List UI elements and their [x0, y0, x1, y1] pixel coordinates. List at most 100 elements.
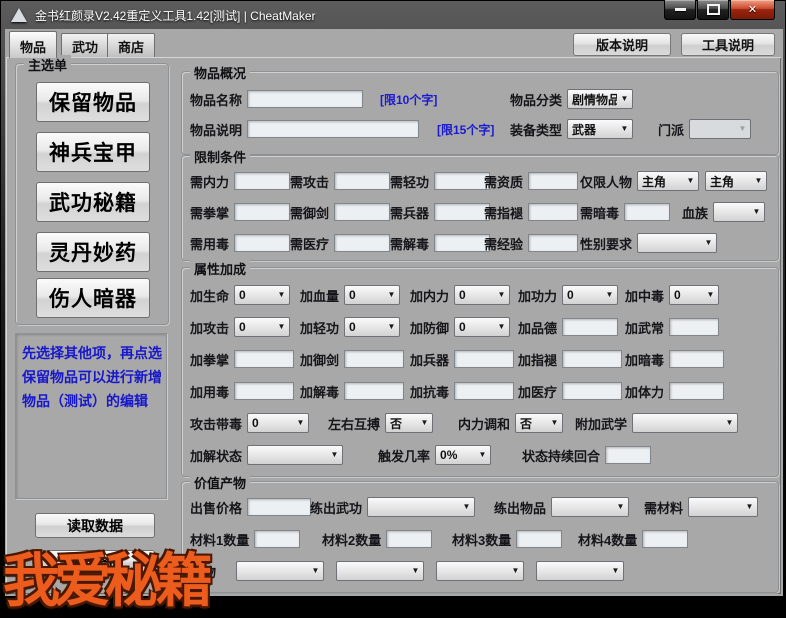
- dual-wield-dropdown[interactable]: 否▼: [385, 413, 433, 433]
- text-input[interactable]: [669, 318, 719, 336]
- value-dropdown[interactable]: 0▼: [344, 317, 400, 337]
- text-input[interactable]: [528, 172, 578, 190]
- item-desc-input[interactable]: [247, 120, 419, 138]
- blood-clan-dropdown[interactable]: ▼: [713, 202, 765, 222]
- value-dropdown[interactable]: 0▼: [454, 317, 510, 337]
- sect-dropdown: ▼: [689, 119, 751, 139]
- item-name-input[interactable]: [247, 90, 363, 108]
- bonus-r4-field-0: 加用毒: [190, 380, 294, 402]
- text-input[interactable]: [334, 203, 390, 221]
- text-input[interactable]: [434, 234, 490, 252]
- menu-button-weapons-armor[interactable]: 神兵宝甲: [36, 132, 150, 172]
- value-dropdown[interactable]: 0▼: [454, 285, 510, 305]
- product-dropdown[interactable]: ▼: [236, 561, 324, 581]
- text-input[interactable]: [434, 203, 490, 221]
- only-character-dropdown-2[interactable]: 主角▼: [705, 171, 767, 191]
- field-label: 需攻击: [290, 172, 329, 191]
- text-input[interactable]: [528, 203, 578, 221]
- menu-button-keep-items[interactable]: 保留物品: [36, 82, 150, 122]
- limits-r3-field-0: 需用毒: [190, 232, 290, 254]
- text-input[interactable]: [234, 234, 290, 252]
- skill-output-field: 练出武功▼: [310, 496, 475, 518]
- text-input[interactable]: [234, 350, 294, 368]
- bonus-r2-field-0: 加攻击0▼: [190, 316, 290, 338]
- field-label: 需拳掌: [190, 203, 229, 222]
- field-label: 需轻功: [390, 172, 429, 191]
- text-input[interactable]: [386, 530, 432, 548]
- text-input[interactable]: [605, 446, 651, 464]
- product-dropdown-3: ▼: [436, 560, 524, 582]
- text-input[interactable]: [528, 234, 578, 252]
- menu-button-martial-books[interactable]: 武功秘籍: [36, 182, 150, 222]
- value-dropdown[interactable]: 0▼: [234, 285, 290, 305]
- text-input[interactable]: [454, 350, 514, 368]
- gender-dropdown[interactable]: ▼: [637, 233, 717, 253]
- bonus-r1-field-0: 加生命 0▼: [190, 284, 290, 306]
- material-3-count-field: 材料3数量: [452, 528, 562, 550]
- inner-harmony-dropdown[interactable]: 否▼: [515, 413, 563, 433]
- text-input[interactable]: [642, 530, 688, 548]
- product-dropdown[interactable]: ▼: [536, 561, 624, 581]
- text-input[interactable]: [344, 350, 404, 368]
- field-label: 加暗毒: [625, 350, 664, 369]
- value-dropdown[interactable]: 0▼: [562, 285, 618, 305]
- equip-type-dropdown[interactable]: 武器▼: [567, 119, 633, 139]
- text-input[interactable]: [669, 382, 724, 400]
- field-label: 加医疗: [518, 382, 557, 401]
- field-label: 附加武学: [575, 414, 627, 433]
- bonus-r3-field-1: 加御剑: [300, 348, 404, 370]
- product-dropdown[interactable]: ▼: [336, 561, 424, 581]
- menu-button-hidden-weapons[interactable]: 伤人暗器: [36, 278, 150, 318]
- skill-output-dropdown[interactable]: ▼: [367, 497, 475, 517]
- field-label: 材料2数量: [322, 530, 381, 549]
- maximize-button[interactable]: [697, 0, 729, 20]
- value-dropdown[interactable]: 0▼: [234, 317, 290, 337]
- text-input[interactable]: [234, 382, 294, 400]
- read-data-button[interactable]: 读取数据: [35, 513, 155, 538]
- text-input[interactable]: [562, 382, 622, 400]
- text-input[interactable]: [334, 234, 390, 252]
- minimize-button[interactable]: [664, 0, 696, 20]
- text-input[interactable]: [234, 203, 290, 221]
- menu-button-elixirs[interactable]: 灵丹妙药: [36, 232, 150, 272]
- status-effect-dropdown[interactable]: ▼: [247, 445, 343, 465]
- text-input[interactable]: [562, 350, 622, 368]
- tab-shop[interactable]: 商店: [107, 33, 155, 57]
- text-input[interactable]: [516, 530, 562, 548]
- poison-attack-dropdown[interactable]: 0▼: [247, 413, 309, 433]
- dropdown-arrow-icon: ▼: [274, 318, 289, 336]
- item-category-dropdown[interactable]: 剧情物品▼: [567, 89, 633, 109]
- product-dropdown[interactable]: ▼: [436, 561, 524, 581]
- text-input[interactable]: [669, 350, 724, 368]
- text-input[interactable]: [434, 172, 490, 190]
- limits-r2-field-3: 需指褪: [484, 201, 578, 223]
- bonus-r3-field-0: 加拳掌: [190, 348, 294, 370]
- text-input[interactable]: [334, 172, 390, 190]
- tab-martial[interactable]: 武功: [61, 33, 109, 57]
- text-input[interactable]: [247, 498, 311, 516]
- extra-skill-dropdown[interactable]: ▼: [632, 413, 738, 433]
- material-needed-dropdown[interactable]: ▼: [688, 497, 758, 517]
- save-changes-button[interactable]: 保存修改: [35, 550, 155, 575]
- field-label: 仅限人物: [580, 172, 632, 191]
- text-input[interactable]: [234, 172, 290, 190]
- name-limit-hint: [限10个字]: [380, 91, 437, 108]
- tool-notes-button[interactable]: 工具说明: [681, 33, 775, 56]
- text-input[interactable]: [562, 318, 618, 336]
- only-character-dropdown-1[interactable]: 主角▼: [637, 171, 699, 191]
- field-label: 加生命: [190, 286, 229, 305]
- text-input[interactable]: [624, 203, 670, 221]
- text-input[interactable]: [344, 382, 404, 400]
- only-character-field: 仅限人物 主角▼ 主角▼: [580, 170, 767, 192]
- value-dropdown[interactable]: 0▼: [669, 285, 719, 305]
- value-dropdown[interactable]: 0▼: [344, 285, 400, 305]
- item-output-dropdown[interactable]: ▼: [551, 497, 629, 517]
- field-label: 加中毒: [625, 286, 664, 305]
- text-input[interactable]: [254, 530, 300, 548]
- limits-r2-field-0: 需拳掌: [190, 201, 290, 223]
- trigger-chance-dropdown[interactable]: 0%▼: [435, 445, 491, 465]
- text-input[interactable]: [454, 382, 514, 400]
- tab-items[interactable]: 物品: [9, 31, 57, 58]
- version-notes-button[interactable]: 版本说明: [573, 33, 671, 56]
- close-button[interactable]: ✕: [730, 0, 775, 20]
